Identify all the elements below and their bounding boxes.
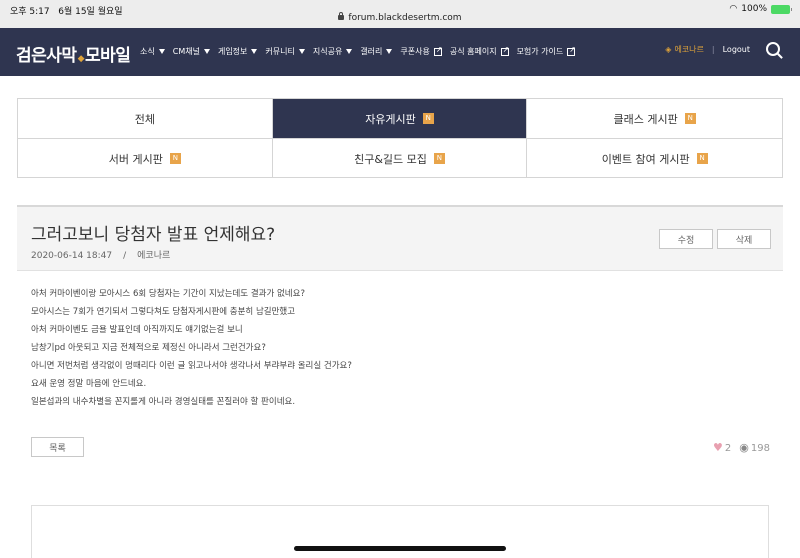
external-link-icon: [567, 45, 576, 56]
new-badge: N: [433, 153, 445, 164]
nav-item-6[interactable]: 쿠폰사용: [400, 45, 443, 57]
post-body: 아처 커마이벤이랑 모아시스 6회 당첨자는 기간이 지났는데도 결과가 없네요…: [31, 287, 771, 413]
lock-icon: [338, 12, 345, 20]
nav-item-0[interactable]: 소식: [140, 46, 165, 57]
post-body-line: 아처 커마이벤이랑 모아시스 6회 당첨자는 기간이 지났는데도 결과가 없네요…: [31, 289, 305, 299]
search-icon[interactable]: [766, 42, 780, 56]
main-nav: 소식 CM채널 게임정보 커뮤니티 지식공유 갤러리 쿠폰사용 공식 홈페이지 모험가 가이드: [140, 45, 576, 57]
post-stats: ♥ 2 ◉ 198: [713, 441, 770, 454]
battery-percent: 100%: [741, 4, 767, 14]
url-text: forum.blackdesertm.com: [348, 13, 462, 23]
likes[interactable]: ♥ 2: [713, 441, 731, 454]
board-tab-label: 클래스 게시판: [613, 112, 678, 126]
nav-item-4[interactable]: 지식공유: [312, 46, 353, 57]
caret-down-icon: [158, 49, 165, 54]
divider: |: [711, 44, 715, 54]
username[interactable]: 에코나르: [674, 44, 703, 55]
caret-down-icon: [298, 49, 305, 54]
board-tab-label: 서버 게시판: [108, 152, 163, 166]
battery-icon: [771, 4, 792, 14]
diamond-icon: ◆: [77, 54, 85, 64]
nav-label: 소식: [140, 47, 155, 56]
wifi-icon: ◠: [729, 4, 738, 14]
site-logo[interactable]: 검은사막◆모바일: [16, 41, 131, 66]
status-bar: 오후 5:17 6월 15일 월요일 forum.blackdesertm.co…: [0, 0, 800, 28]
board-tab-5[interactable]: 이벤트 참여 게시판 N: [527, 139, 782, 178]
nav-label: 모험가 가이드: [516, 47, 564, 56]
new-badge: N: [696, 153, 708, 164]
board-tab-0[interactable]: 전체: [18, 99, 273, 139]
nav-label: CM채널: [172, 47, 200, 56]
post-header: 그러고보니 당첨자 발표 언제해요? 2020-06-14 18:47 / 에코나르…: [17, 205, 783, 271]
caret-down-icon: [386, 49, 393, 54]
nav-label: 커뮤니티: [265, 47, 295, 56]
nav-item-1[interactable]: CM채널: [173, 46, 210, 57]
caret-down-icon: [251, 49, 258, 54]
post-body-line: 요새 운영 정말 마음에 안드네요.: [31, 379, 147, 389]
user-badge-icon: ◈: [665, 44, 672, 54]
status-indicators: ◠ 100%: [729, 4, 792, 14]
board-tab-3[interactable]: 서버 게시판 N: [18, 139, 273, 178]
board-tab-label: 자유게시판: [365, 112, 416, 126]
board-tab-1[interactable]: 자유게시판 N: [272, 99, 528, 139]
new-badge: N: [422, 113, 434, 124]
nav-item-2[interactable]: 게임정보: [217, 46, 258, 57]
nav-label: 갤러리: [360, 47, 383, 56]
heart-icon: ♥: [713, 441, 723, 454]
external-link-icon: [433, 45, 443, 56]
nav-item-7[interactable]: 공식 홈페이지: [449, 45, 509, 57]
post-title: 그러고보니 당첨자 발표 언제해요?: [31, 225, 276, 245]
new-badge: N: [169, 153, 181, 164]
board-tabs: 전체 자유게시판 N 클래스 게시판 N 서버 게시판 N 친구&길드 모집 N 이벤트 참여 게…: [17, 98, 783, 178]
nav-item-5[interactable]: 갤러리: [360, 46, 393, 57]
site-header: 검은사막◆모바일 소식 CM채널 게임정보 커뮤니티 지식공유 갤러리 쿠폰사용 공식 홈페이…: [0, 28, 800, 76]
user-area: ◈ 에코나르 | Logout: [665, 42, 780, 56]
views: ◉ 198: [739, 441, 770, 454]
post-body-line: 남창기pd 아웃되고 지금 전체적으로 제정신 아니라서 그런건가요?: [31, 343, 266, 353]
caret-down-icon: [346, 49, 353, 54]
home-indicator[interactable]: [294, 546, 506, 551]
external-link-icon: [500, 45, 509, 56]
logout-link[interactable]: Logout: [723, 45, 750, 54]
nav-label: 지식공유: [312, 47, 343, 56]
new-badge: N: [684, 113, 696, 124]
board-tab-label: 이벤트 참여 게시판: [601, 152, 690, 166]
board-tab-4[interactable]: 친구&길드 모집 N: [273, 139, 528, 178]
nav-label: 쿠폰사용: [400, 47, 430, 56]
nav-label: 공식 홈페이지: [449, 47, 497, 56]
address-bar[interactable]: forum.blackdesertm.com: [0, 12, 800, 23]
eye-icon: ◉: [739, 441, 749, 454]
meta-separator: /: [123, 251, 127, 261]
board-tab-label: 친구&길드 모집: [354, 152, 427, 166]
post-author[interactable]: 에코나르: [137, 251, 170, 261]
post-date: 2020-06-14 18:47: [31, 251, 113, 261]
post-meta: 2020-06-14 18:47 / 에코나르: [31, 248, 170, 261]
board-tab-2[interactable]: 클래스 게시판 N: [527, 99, 782, 139]
board-tab-label: 전체: [134, 112, 155, 126]
post-body-line: 모아시스는 7회가 연기되서 그렇다쳐도 당첨자게시판에 충분히 남길만했고: [31, 307, 296, 317]
caret-down-icon: [203, 49, 210, 54]
post-body-line: 아니면 저번처럼 생각없이 멍때리다 이런 글 읽고나서야 생각나서 부랴부랴 …: [31, 361, 352, 371]
delete-button[interactable]: 삭제: [717, 229, 771, 249]
edit-button[interactable]: 수정: [659, 229, 713, 249]
post-body-line: 일본섭과의 내수차별을 꼰지롤게 아니라 경영실태를 꼰질러야 할 판이네요.: [31, 397, 296, 407]
nav-label: 게임정보: [217, 47, 248, 56]
list-button[interactable]: 목록: [31, 437, 84, 457]
post-body-line: 아처 커마이벤도 금욜 발표인데 아직까지도 얘기없는걸 보니: [31, 325, 243, 335]
nav-item-8[interactable]: 모험가 가이드: [516, 45, 576, 57]
nav-item-3[interactable]: 커뮤니티: [265, 46, 305, 57]
